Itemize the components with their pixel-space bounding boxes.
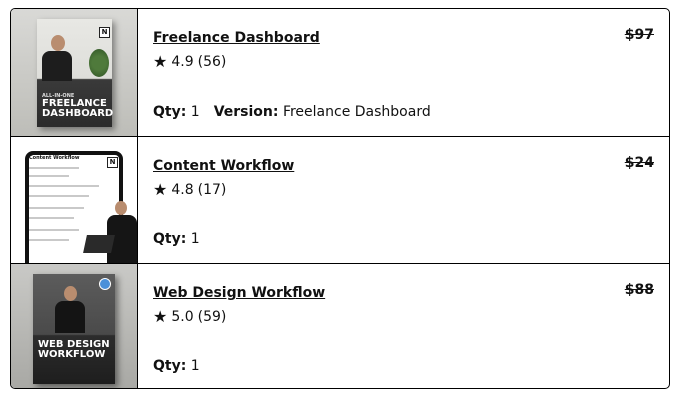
product-info: Content Workflow $24 ★ 4.8 (17) Qty: 1	[138, 137, 669, 263]
person-image	[42, 51, 72, 81]
product-title-link[interactable]: Web Design Workflow	[153, 285, 325, 301]
doc-line	[29, 229, 79, 231]
product-meta: Qty: 1	[153, 231, 200, 247]
qty-label: Qty:	[153, 104, 187, 120]
star-icon: ★	[153, 52, 168, 71]
thumbnail-big-text: WEB DESIGN WORKFLOW	[38, 339, 110, 360]
rating-value: 5.0	[171, 309, 194, 325]
star-icon: ★	[153, 307, 168, 326]
rating-value: 4.9	[171, 54, 194, 70]
doc-line	[29, 185, 99, 187]
qty-label: Qty:	[153, 358, 187, 374]
product-thumbnail[interactable]: WEB DESIGN WORKFLOW	[11, 264, 138, 388]
globe-icon	[99, 278, 111, 290]
product-row: N ALL-IN-ONE FREELANCE DASHBOARD Freelan…	[11, 9, 669, 136]
product-title-link[interactable]: Freelance Dashboard	[153, 30, 320, 46]
product-row: Content Workflow N Content Workflow $24 …	[11, 136, 669, 263]
qty-value: 1	[190, 104, 200, 120]
doc-line	[29, 195, 89, 197]
person-image	[51, 35, 65, 51]
thumbnail-doc-title: Content Workflow	[29, 155, 80, 161]
version-info: Version: Freelance Dashboard	[214, 104, 431, 120]
qty-value: 1	[190, 231, 200, 247]
product-rating: ★ 4.9 (56)	[153, 52, 654, 71]
thumbnail-big-text: FREELANCE DASHBOARD	[42, 98, 114, 119]
qty-info: Qty: 1	[153, 104, 200, 120]
doc-line	[29, 207, 84, 209]
qty-info: Qty: 1	[153, 358, 200, 374]
product-info: Freelance Dashboard $97 ★ 4.9 (56) Qty: …	[138, 9, 669, 136]
star-icon: ★	[153, 180, 168, 199]
product-thumbnail[interactable]: N ALL-IN-ONE FREELANCE DASHBOARD	[11, 9, 138, 136]
doc-line	[29, 217, 74, 219]
product-thumbnail[interactable]: Content Workflow N	[11, 137, 138, 263]
rating-count: (59)	[197, 309, 227, 325]
notion-logo-icon: N	[107, 157, 118, 168]
qty-label: Qty:	[153, 231, 187, 247]
version-value: Freelance Dashboard	[282, 104, 431, 120]
rating-count: (17)	[197, 182, 227, 198]
product-price: $88	[624, 282, 654, 298]
product-price: $24	[624, 155, 654, 171]
product-rating: ★ 5.0 (59)	[153, 307, 654, 326]
cart-product-list: N ALL-IN-ONE FREELANCE DASHBOARD Freelan…	[10, 8, 670, 389]
person-image	[55, 301, 85, 333]
product-row: WEB DESIGN WORKFLOW Web Design Workflow …	[11, 263, 669, 388]
qty-value: 1	[190, 358, 200, 374]
product-meta: Qty: 1	[153, 358, 200, 374]
doc-line	[29, 175, 69, 177]
product-title-link[interactable]: Content Workflow	[153, 158, 294, 174]
product-meta: Qty: 1 Version: Freelance Dashboard	[153, 104, 431, 120]
person-image	[64, 286, 77, 301]
product-price: $97	[624, 27, 654, 43]
doc-line	[29, 167, 79, 169]
version-label: Version:	[213, 104, 279, 120]
rating-value: 4.8	[171, 182, 194, 198]
notion-logo-icon: N	[99, 27, 110, 38]
doc-line	[29, 239, 69, 241]
product-rating: ★ 4.8 (17)	[153, 180, 654, 199]
person-image	[115, 201, 127, 215]
product-info: Web Design Workflow $88 ★ 5.0 (59) Qty: …	[138, 264, 669, 388]
plant-image	[89, 49, 109, 77]
qty-info: Qty: 1	[153, 231, 200, 247]
laptop-image	[83, 235, 115, 253]
rating-count: (56)	[197, 54, 227, 70]
